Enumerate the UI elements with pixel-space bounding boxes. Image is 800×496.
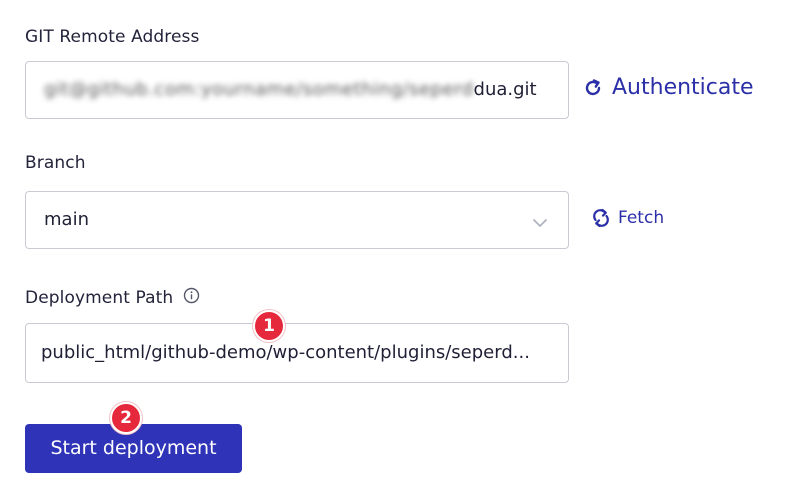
git-remote-value: git@github.com:yourname/something/seperd… (44, 62, 537, 118)
sync-icon (592, 208, 610, 228)
info-icon[interactable] (183, 287, 200, 309)
step-badge-2: 2 (110, 402, 142, 434)
git-remote-suffix: dua.git (473, 79, 537, 100)
refresh-icon (583, 78, 603, 98)
authenticate-label: Authenticate (612, 75, 754, 100)
fetch-label: Fetch (618, 208, 665, 228)
fetch-button[interactable]: Fetch (592, 208, 664, 228)
deployment-path-label-row: Deployment Path (25, 287, 200, 309)
deployment-path-label: Deployment Path (25, 288, 174, 308)
deployment-path-input[interactable]: public_html/github-demo/wp-content/plugi… (25, 323, 569, 383)
deployment-path-value: public_html/github-demo/wp-content/plugi… (41, 342, 530, 363)
git-remote-obscured: git@github.com:yourname/something/seperd (44, 79, 474, 100)
branch-select[interactable]: main (25, 191, 569, 249)
authenticate-button[interactable]: Authenticate (583, 75, 754, 100)
git-remote-input[interactable]: git@github.com:yourname/something/seperd… (25, 61, 569, 119)
branch-label: Branch (25, 153, 86, 173)
deployment-form: GIT Remote Address git@github.com:yourna… (0, 0, 800, 496)
branch-value: main (44, 209, 89, 230)
step-badge-1: 1 (253, 310, 285, 342)
chevron-down-icon (532, 213, 548, 232)
git-remote-label: GIT Remote Address (25, 27, 200, 47)
